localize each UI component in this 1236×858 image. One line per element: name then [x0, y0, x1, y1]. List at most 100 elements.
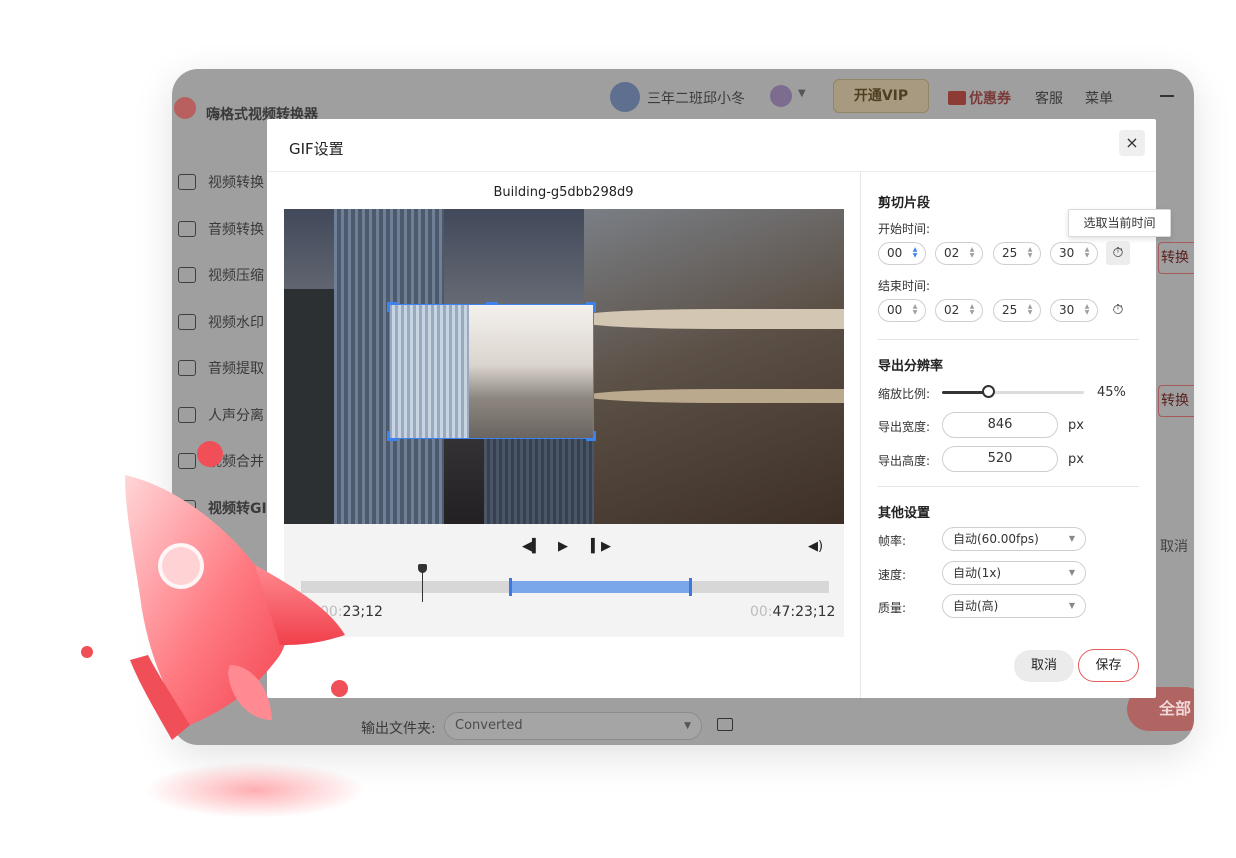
scale-value: 45%	[1097, 385, 1126, 400]
video-convert-icon	[178, 174, 196, 191]
stepper-value: 30	[1059, 246, 1075, 260]
start-seconds-stepper[interactable]: 25 ▲ ▼	[993, 242, 1041, 265]
timer-icon[interactable]: ⏱	[1106, 298, 1130, 322]
close-button[interactable]: ×	[1119, 130, 1145, 156]
cut-section-title: 剪切片段	[878, 196, 931, 211]
scale-slider-handle[interactable]	[982, 385, 995, 398]
app-logo-icon	[174, 97, 196, 119]
next-frame-icon[interactable]: ▍▶	[591, 539, 611, 554]
quality-select[interactable]: 自动(高) ▼	[942, 594, 1086, 618]
crop-handle-top-right[interactable]	[586, 302, 596, 312]
end-time-label: 结束时间:	[878, 279, 931, 293]
stepper-arrows-icon[interactable]: ▲ ▼	[968, 304, 976, 316]
fps-select[interactable]: 自动(60.00fps) ▼	[942, 527, 1086, 551]
rocket-illustration	[125, 475, 365, 818]
scene-shape	[584, 389, 844, 403]
speed-label: 速度:	[878, 568, 907, 582]
save-button[interactable]: 保存	[1078, 649, 1139, 682]
user-avatar[interactable]	[610, 82, 640, 112]
video-name: Building-g5dbb298d9	[493, 185, 634, 200]
end-frames-stepper[interactable]: 30 ▲ ▼	[1050, 299, 1098, 322]
end-seconds-stepper[interactable]: 25 ▲ ▼	[993, 299, 1041, 322]
decor-dot	[197, 441, 223, 467]
play-icon[interactable]: ▶	[558, 539, 568, 554]
vocal-separate-icon	[178, 406, 196, 423]
minimize-icon[interactable]	[1160, 95, 1174, 97]
stepper-value: 02	[944, 303, 960, 317]
sidebar-item-video-convert[interactable]: 视频转换	[172, 159, 267, 206]
cancel-button[interactable]: 取消	[1014, 650, 1074, 682]
convert-button[interactable]: 转换	[1158, 242, 1194, 274]
stepper-arrows-icon[interactable]: ▲ ▼	[1026, 247, 1034, 259]
height-unit: px	[1068, 452, 1084, 467]
sidebar-item-label: 视频转换	[208, 175, 264, 192]
folder-icon[interactable]	[717, 718, 733, 731]
playhead-knob[interactable]	[418, 564, 427, 573]
fps-value: 自动(60.00fps)	[953, 532, 1039, 546]
sidebar-item-video-compress[interactable]: 视频压缩	[172, 252, 267, 299]
stepper-arrows-icon[interactable]: ▲ ▼	[911, 304, 919, 316]
volume-icon[interactable]: ◀)	[808, 539, 823, 554]
selection-end-handle[interactable]	[689, 578, 692, 596]
crop-handle-top[interactable]	[486, 302, 498, 305]
crop-handle-bottom-right[interactable]	[586, 431, 596, 441]
video-compress-icon	[178, 267, 196, 284]
crop-handle-top-left[interactable]	[387, 302, 397, 312]
sidebar-item-vocal-separate[interactable]: 人声分离	[172, 392, 267, 439]
scale-label: 缩放比例:	[878, 387, 931, 401]
open-vip-button[interactable]: 开通VIP	[833, 79, 929, 113]
time-end-value: 47:23;12	[772, 604, 836, 620]
stepper-arrows-icon[interactable]: ▲ ▼	[1083, 304, 1091, 316]
stepper-arrows-icon[interactable]: ▲ ▼	[1026, 304, 1034, 316]
gif-settings-dialog: GIF设置 × Building-g5dbb298d9 ◀▍ ▶ ▍▶ ◀) 0…	[267, 119, 1171, 698]
stepper-value: 02	[944, 246, 960, 260]
chevron-down-icon[interactable]: ▼	[798, 88, 806, 99]
vip-badge-icon[interactable]	[770, 85, 792, 107]
user-name[interactable]: 三年二班邱小冬	[647, 88, 745, 108]
service-button[interactable]: 客服	[1035, 88, 1063, 108]
other-section-title: 其他设置	[878, 506, 931, 521]
prev-frame-icon[interactable]: ◀▍	[522, 539, 542, 554]
height-label: 导出高度:	[878, 454, 931, 468]
stepper-value: 30	[1059, 303, 1075, 317]
coupon-button[interactable]: 优惠券	[948, 88, 1011, 108]
speed-select[interactable]: 自动(1x) ▼	[942, 561, 1086, 585]
convert-button[interactable]: 转换	[1158, 385, 1194, 417]
dialog-title: GIF设置	[289, 140, 344, 158]
sidebar-item-video-watermark[interactable]: 视频水印	[172, 299, 267, 346]
divider	[878, 339, 1139, 340]
width-unit: px	[1068, 418, 1084, 433]
start-frames-stepper[interactable]: 30 ▲ ▼	[1050, 242, 1098, 265]
crop-selection[interactable]	[387, 302, 596, 441]
start-minutes-stepper[interactable]: 02 ▲ ▼	[935, 242, 983, 265]
fps-label: 帧率:	[878, 534, 907, 548]
audio-convert-icon	[178, 220, 196, 237]
width-input[interactable]: 846	[942, 412, 1058, 438]
stage: 嗨格式视频转换器 三年二班邱小冬 ▼ 开通VIP 优惠券 客服 菜单 视频转换 …	[0, 0, 1236, 858]
stepper-arrows-icon[interactable]: ▲ ▼	[968, 247, 976, 259]
timeline-selection[interactable]	[509, 581, 691, 593]
stepper-arrows-icon[interactable]: ▲ ▼	[1083, 247, 1091, 259]
sidebar-item-audio-extract[interactable]: 音频提取	[172, 345, 267, 392]
playhead[interactable]	[422, 572, 423, 602]
end-minutes-stepper[interactable]: 02 ▲ ▼	[935, 299, 983, 322]
menu-button[interactable]: 菜单	[1085, 88, 1113, 108]
chevron-down-icon: ▼	[1068, 601, 1075, 610]
sidebar-item-label: 人声分离	[208, 407, 264, 424]
rocket-glow	[145, 762, 365, 818]
height-input[interactable]: 520	[942, 446, 1058, 472]
decor-dot	[331, 680, 348, 697]
resolution-section-title: 导出分辨率	[878, 359, 944, 374]
crop-handle-bottom-left[interactable]	[387, 431, 397, 441]
stepper-arrows-icon[interactable]: ▲ ▼	[911, 247, 919, 259]
chevron-down-icon: ▼	[684, 721, 691, 731]
start-hours-stepper[interactable]: 00 ▲ ▼	[878, 242, 926, 265]
cancel-link[interactable]: 取消	[1160, 536, 1188, 556]
time-end: 00:47:23;12	[750, 604, 835, 620]
rocket-window-inner	[162, 547, 200, 585]
output-folder-select[interactable]: Converted ▼	[444, 712, 702, 740]
selection-start-handle[interactable]	[509, 578, 512, 596]
timer-icon[interactable]: ⏱	[1106, 241, 1130, 265]
end-hours-stepper[interactable]: 00 ▲ ▼	[878, 299, 926, 322]
sidebar-item-audio-convert[interactable]: 音频转换	[172, 206, 267, 253]
